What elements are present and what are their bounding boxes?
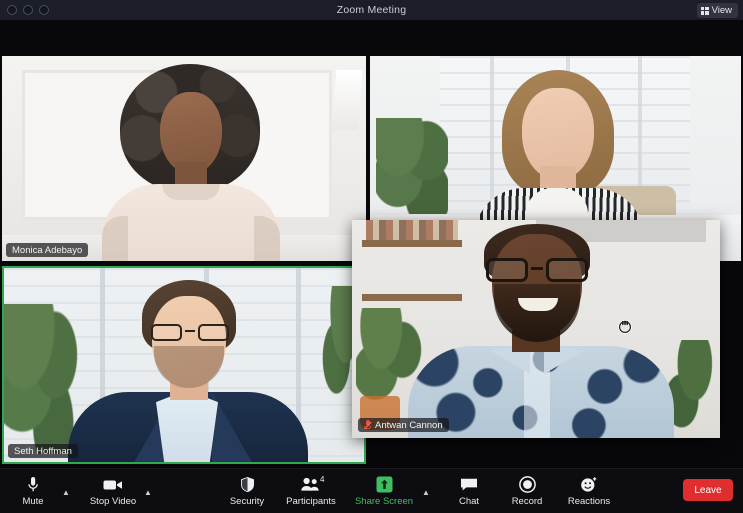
video-camera-icon [103, 476, 123, 493]
participant-name-label: Antwan Cannon [358, 418, 449, 432]
security-button-label: Security [229, 496, 265, 507]
video-gallery: Monica Adebayo Seth Hoffman Antwan Canno… [0, 20, 743, 468]
microphone-icon [27, 476, 39, 493]
participant-name-text: Seth Hoffman [14, 445, 72, 457]
participant-tile-monica-adebayo[interactable]: Monica Adebayo [2, 56, 366, 261]
toolbar-left-group: Mute ▲ Stop Video ▲ [4, 473, 156, 507]
video-feed-antwan-cannon [352, 220, 720, 438]
grab-cursor [617, 319, 633, 335]
video-feed-seth-hoffman [4, 268, 364, 462]
mute-button-label: Mute [22, 496, 44, 507]
microphone-muted-icon [364, 420, 372, 430]
chat-button-label: Chat [458, 496, 480, 507]
mute-options-chevron-up-icon[interactable]: ▲ [62, 489, 74, 497]
participant-name-label: Seth Hoffman [8, 444, 78, 458]
meeting-toolbar: Mute ▲ Stop Video ▲ Security 4 Participa… [0, 468, 743, 513]
stop-video-button[interactable]: Stop Video [82, 473, 144, 507]
security-button[interactable]: Security [218, 473, 276, 507]
participant-name-text: Antwan Cannon [375, 419, 443, 431]
leave-button-label: Leave [694, 484, 722, 496]
shield-icon [240, 476, 255, 493]
stop-video-button-label: Stop Video [89, 496, 137, 507]
share-screen-icon [376, 476, 393, 493]
reactions-button[interactable]: Reactions [556, 473, 622, 507]
grid-icon [700, 6, 709, 15]
participant-name-label: Monica Adebayo [6, 243, 89, 257]
video-feed-monica-adebayo [2, 56, 366, 261]
chat-button[interactable]: Chat [440, 473, 498, 507]
record-button-label: Record [511, 496, 543, 507]
title-bar: Zoom Meeting View [0, 0, 743, 20]
participants-count-badge: 4 [320, 475, 325, 484]
people-icon: 4 [300, 475, 325, 493]
leave-button[interactable]: Leave [683, 479, 733, 501]
participants-button[interactable]: 4 Participants [276, 473, 346, 507]
video-options-chevron-up-icon[interactable]: ▲ [144, 489, 156, 497]
participant-name-text: Monica Adebayo [12, 244, 83, 256]
chat-bubble-icon [460, 476, 478, 493]
view-button-label: View [711, 5, 732, 16]
share-screen-button[interactable]: Share Screen [346, 473, 422, 507]
smiley-reactions-icon [580, 476, 598, 493]
participant-tile-seth-hoffman[interactable]: Seth Hoffman [2, 266, 366, 464]
record-circle-icon [518, 476, 536, 493]
participant-tile-antwan-cannon[interactable]: Antwan Cannon [352, 220, 720, 438]
record-button[interactable]: Record [498, 473, 556, 507]
view-button[interactable]: View [696, 3, 738, 18]
share-screen-button-label: Share Screen [354, 496, 414, 507]
window-title: Zoom Meeting [336, 4, 407, 16]
toolbar-center-group: Security 4 Participants Share Screen ▲ C… [218, 473, 622, 507]
participants-button-label: Participants [286, 496, 336, 507]
share-screen-options-chevron-up-icon[interactable]: ▲ [422, 489, 434, 497]
mute-button[interactable]: Mute [4, 473, 62, 507]
reactions-button-label: Reactions [567, 496, 611, 507]
zoom-meeting-window: Zoom Meeting View Monica Adebayo Seth Ho… [0, 0, 743, 513]
